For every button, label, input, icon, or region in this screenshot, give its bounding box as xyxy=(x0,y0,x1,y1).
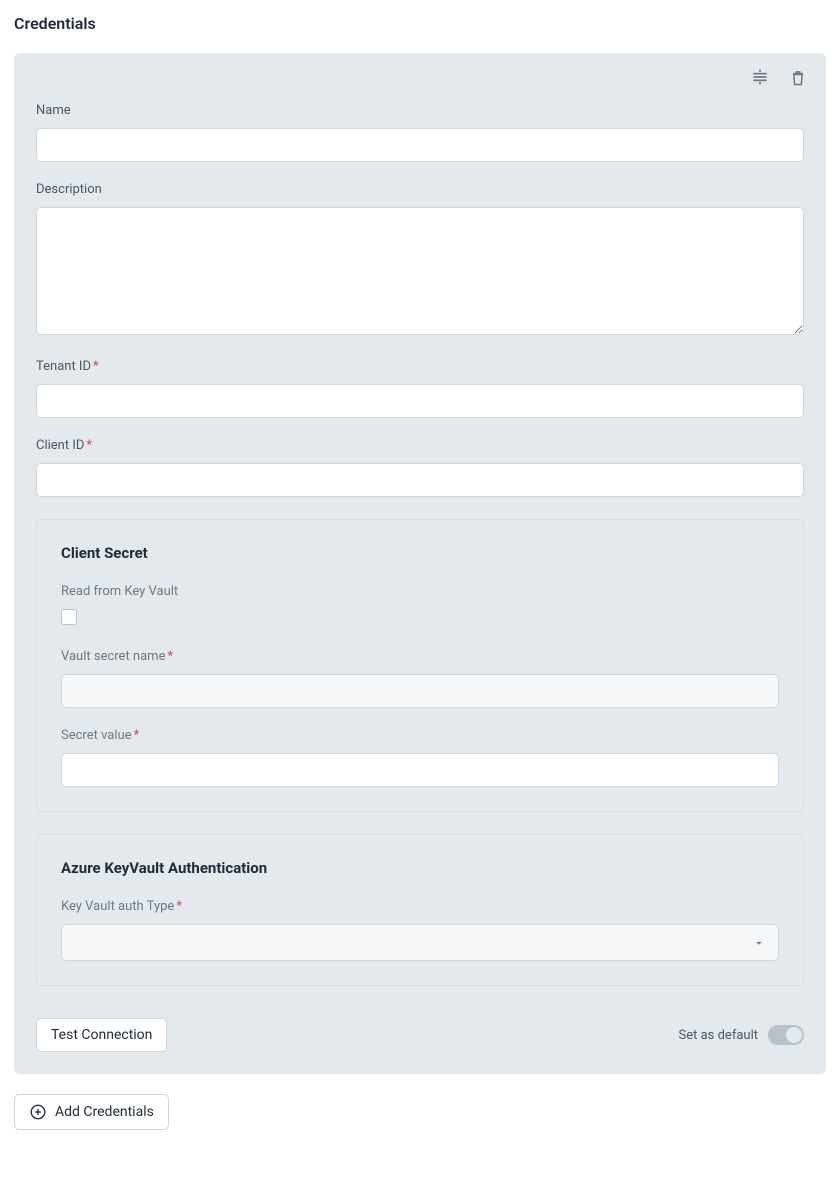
secret-value-input[interactable] xyxy=(61,753,779,787)
card-action-icons xyxy=(750,67,808,91)
keyvault-auth-type-select[interactable] xyxy=(61,924,779,961)
reorder-icon[interactable] xyxy=(750,67,770,91)
required-asterisk: * xyxy=(93,359,99,374)
credentials-card: Name Description Tenant ID* Client ID* C… xyxy=(14,53,826,1074)
client-id-label-text: Client ID xyxy=(36,438,84,453)
required-asterisk: * xyxy=(176,899,182,914)
add-credentials-label: Add Credentials xyxy=(55,1104,154,1120)
plus-circle-icon xyxy=(29,1103,47,1121)
secret-value-label-text: Secret value xyxy=(61,728,132,743)
set-as-default-toggle[interactable] xyxy=(768,1025,804,1045)
description-textarea[interactable] xyxy=(36,207,804,335)
keyvault-auth-type-label-text: Key Vault auth Type xyxy=(61,899,174,914)
vault-secret-name-input[interactable] xyxy=(61,674,779,708)
required-asterisk: * xyxy=(134,728,140,743)
name-input[interactable] xyxy=(36,128,804,162)
trash-icon[interactable] xyxy=(788,67,808,91)
required-asterisk: * xyxy=(167,649,173,664)
vault-secret-name-label-text: Vault secret name xyxy=(61,649,165,664)
set-as-default-wrap: Set as default xyxy=(679,1025,805,1045)
keyvault-auth-type-label: Key Vault auth Type* xyxy=(61,899,779,914)
tenant-id-input[interactable] xyxy=(36,384,804,418)
read-from-vault-label: Read from Key Vault xyxy=(61,584,779,599)
description-label: Description xyxy=(36,182,804,197)
chevron-down-icon xyxy=(752,936,766,950)
tenant-id-label-text: Tenant ID xyxy=(36,359,91,374)
test-connection-button[interactable]: Test Connection xyxy=(36,1018,167,1052)
card-footer: Test Connection Set as default xyxy=(36,1018,804,1052)
azure-keyvault-subcard: Azure KeyVault Authentication Key Vault … xyxy=(36,834,804,986)
client-secret-title: Client Secret xyxy=(61,544,779,562)
set-as-default-label: Set as default xyxy=(679,1028,759,1043)
secret-value-label: Secret value* xyxy=(61,728,779,743)
page-title: Credentials xyxy=(14,14,826,33)
tenant-id-label: Tenant ID* xyxy=(36,359,804,374)
read-from-vault-checkbox[interactable] xyxy=(61,609,77,625)
client-id-input[interactable] xyxy=(36,463,804,497)
vault-secret-name-label: Vault secret name* xyxy=(61,649,779,664)
azure-keyvault-title: Azure KeyVault Authentication xyxy=(61,859,779,877)
name-label: Name xyxy=(36,103,804,118)
add-credentials-button[interactable]: Add Credentials xyxy=(14,1094,169,1130)
client-secret-subcard: Client Secret Read from Key Vault Vault … xyxy=(36,519,804,812)
client-id-label: Client ID* xyxy=(36,438,804,453)
required-asterisk: * xyxy=(86,438,92,453)
